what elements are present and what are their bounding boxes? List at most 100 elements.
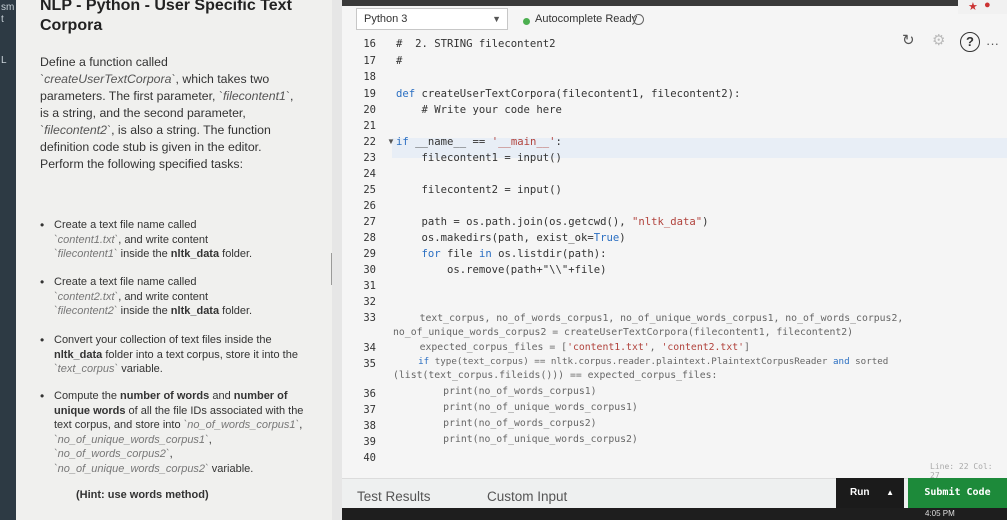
code-line[interactable]: os.makedirs(path, exist_ok=True): [396, 232, 626, 244]
code-string: 'content1.txt': [567, 342, 650, 353]
code-text: ,: [649, 342, 662, 353]
line-number: 34: [363, 342, 376, 354]
folder-name: nltk_data: [170, 248, 220, 260]
code-text: ): [702, 216, 709, 228]
task-item: • Create a text file name called `conten…: [40, 218, 314, 262]
bullet-icon: •: [40, 333, 45, 347]
folder-name: nltk_data: [54, 348, 103, 361]
problem-intro: Define a function called `createUserText…: [40, 54, 300, 173]
code-line[interactable]: path = os.path.join(os.getcwd(), "nltk_d…: [396, 216, 709, 228]
line-number-gutter: 16 17 18 19 20 21 22 23 24 25 26 27 28 2…: [342, 36, 382, 476]
param-name: `filecontent2`: [40, 123, 112, 137]
task-text: variable.: [208, 462, 254, 475]
code-line[interactable]: if __name__ == '__main__':: [396, 136, 562, 148]
settings-icon[interactable]: ⚙: [932, 31, 945, 49]
line-number: 16: [363, 38, 376, 50]
chevron-down-icon: ▼: [492, 14, 501, 24]
line-number: 38: [363, 420, 376, 432]
param-name: `filecontent1`: [218, 89, 290, 103]
line-number: 19: [363, 88, 376, 100]
code-line[interactable]: filecontent2 = input(): [396, 184, 562, 196]
code-text: ]: [744, 342, 750, 353]
variable-name: `text_corpus`: [54, 363, 119, 375]
line-number: 37: [363, 404, 376, 416]
caret-up-icon: ▲: [886, 488, 894, 497]
task-text: ,: [169, 448, 173, 460]
code-line[interactable]: def createUserTextCorpora(filecontent1, …: [396, 88, 740, 100]
star-icon: ★: [968, 1, 978, 13]
tab-custom-input[interactable]: Custom Input: [487, 489, 567, 504]
help-icon[interactable]: ?: [960, 32, 980, 52]
problem-description-panel: NLP - Python - User Specific Text Corpor…: [16, 0, 346, 520]
fold-chevron-icon[interactable]: ▼: [387, 137, 395, 146]
code-line[interactable]: #: [396, 55, 402, 67]
code-text: sorted: [849, 356, 889, 367]
code-line[interactable]: # 2. STRING filecontent2: [396, 38, 555, 50]
code-text: path = os.path.join(os.getcwd(),: [396, 216, 632, 228]
edge-fragment: sm: [1, 2, 15, 13]
line-number: 25: [363, 184, 376, 196]
task-item: • Convert your collection of text files …: [40, 333, 314, 377]
language-selected: Python 3: [364, 13, 408, 25]
task-text: , and write content: [118, 233, 209, 246]
variable-name: `no_of_unique_words_corpus2`: [54, 462, 209, 475]
code-keyword: def: [396, 88, 416, 100]
bullet-icon: •: [40, 389, 45, 403]
task-text: inside the: [117, 305, 171, 317]
line-number: 31: [363, 280, 376, 292]
code-line[interactable]: if type(text_corpus) == nltk.corpus.read…: [396, 356, 888, 367]
file-name: `content1.txt`: [54, 233, 119, 246]
folder-name: nltk_data: [170, 305, 220, 317]
line-number: 18: [363, 71, 376, 83]
code-line[interactable]: expected_corpus_files = ['content1.txt',…: [396, 342, 750, 353]
language-select[interactable]: Python 3 ▼: [356, 8, 508, 30]
code-keyword: True: [593, 232, 620, 244]
refresh-icon[interactable]: ↻: [902, 31, 915, 49]
code-line-wrap[interactable]: (list(text_corpus.fileids())) == expecte…: [393, 370, 717, 381]
code-text: expected_corpus_files = [: [396, 342, 568, 353]
submit-code-button[interactable]: Submit Code: [908, 478, 1007, 508]
code-line[interactable]: # Write your code here: [396, 104, 562, 116]
task-text: folder into a text corpus, store it into…: [102, 348, 298, 361]
code-line[interactable]: text_corpus, no_of_words_corpus1, no_of_…: [396, 313, 904, 324]
intro-text: Define a function called: [40, 55, 168, 69]
code-string: 'content2.txt': [661, 342, 745, 353]
param-name: `filecontent2`: [54, 305, 118, 317]
code-line-wrap[interactable]: no_of_unique_words_corpus2 = createUserT…: [393, 327, 853, 338]
emphasis-text: number of words: [120, 390, 210, 402]
task-text: Compute the: [54, 390, 121, 402]
os-taskbar: [342, 508, 1007, 520]
code-text: type(text_corpus) == nltk.corpus.reader.…: [429, 356, 833, 367]
line-number: 20: [363, 104, 376, 116]
param-name: `filecontent1`: [54, 248, 118, 260]
code-line[interactable]: print(no_of_words_corpus1): [396, 386, 596, 397]
code-keyword: if: [396, 136, 409, 148]
code-keyword: in: [478, 248, 492, 260]
run-button[interactable]: Run ▲: [836, 478, 904, 508]
line-number: 39: [363, 436, 376, 448]
code-line[interactable]: print(no_of_unique_words_corpus2): [396, 434, 638, 445]
task-text: and: [209, 390, 234, 402]
variable-name: `no_of_words_corpus1`: [183, 419, 300, 431]
window-top-strip: [342, 0, 1007, 6]
line-number: 40: [363, 452, 376, 464]
edge-fragment: L: [1, 55, 7, 66]
tab-test-results[interactable]: Test Results: [357, 489, 431, 504]
task-text: ,: [299, 419, 303, 431]
task-text: folder.: [219, 305, 253, 317]
line-number: 33: [363, 312, 376, 324]
task-text: ,: [208, 433, 212, 446]
task-text: Convert your collection of text files in…: [54, 334, 272, 346]
info-icon[interactable]: [633, 14, 644, 25]
code-line[interactable]: filecontent1 = input(): [396, 152, 562, 164]
autocomplete-status: Autocomplete Ready: [535, 13, 638, 25]
code-text: os.makedirs(path, exist_ok=: [396, 232, 594, 244]
more-options-icon[interactable]: ···: [986, 36, 999, 51]
code-line[interactable]: print(no_of_unique_words_corpus1): [396, 402, 638, 413]
code-line[interactable]: print(no_of_words_corpus2): [396, 418, 596, 429]
variable-name: `no_of_words_corpus2`: [54, 448, 170, 460]
code-line[interactable]: for file in os.listdir(path):: [396, 248, 607, 260]
code-line[interactable]: os.remove(path+"\\"+file): [396, 264, 606, 276]
line-number: 26: [363, 200, 376, 212]
left-edge-panel: sm t L: [0, 0, 16, 520]
